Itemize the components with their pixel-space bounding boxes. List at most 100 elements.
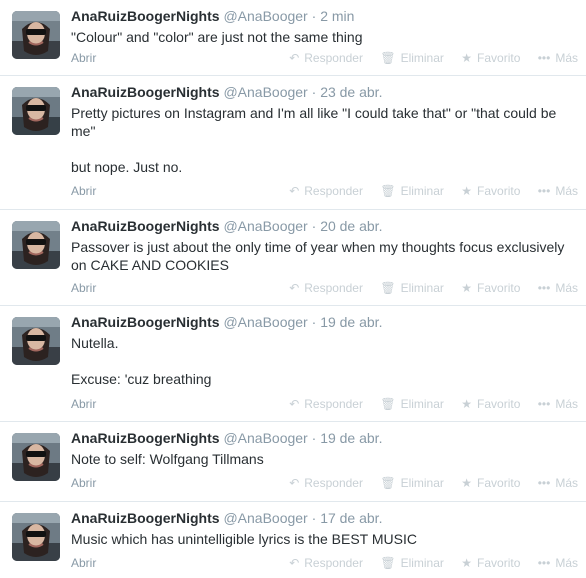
avatar[interactable] (12, 87, 60, 135)
delete-action[interactable]: 🗑 Eliminar (380, 395, 444, 413)
tweet-item[interactable]: AnaRuizBoogerNights @AnaBooger · 17 de a… (0, 502, 586, 578)
user-fullname[interactable]: AnaRuizBoogerNights (71, 218, 220, 234)
tweet-actions: Abrir ↶ Responder 🗑 Eliminar ★ Favorito •••… (71, 474, 578, 492)
delete-label: Eliminar (400, 51, 444, 65)
reply-label: Responder (304, 476, 363, 490)
tweet-item[interactable]: AnaRuizBoogerNights @AnaBooger · 19 de a… (0, 306, 586, 422)
tweet-timestamp[interactable]: 2 min (320, 8, 354, 24)
user-fullname[interactable]: AnaRuizBoogerNights (71, 84, 220, 100)
avatar[interactable] (12, 11, 60, 59)
tweet-line: Passover is just about the only time of … (71, 239, 565, 273)
user-handle[interactable]: @AnaBooger (223, 218, 307, 234)
favorite-label: Favorito (477, 281, 521, 295)
user-fullname[interactable]: AnaRuizBoogerNights (71, 8, 220, 24)
avatar-photo (12, 317, 60, 365)
more-label: Más (555, 556, 578, 570)
more-action[interactable]: ••• Más (538, 554, 578, 572)
avatar-photo (12, 87, 60, 135)
trash-icon: 🗑 (380, 397, 396, 411)
open-link[interactable]: Abrir (71, 395, 96, 413)
tweet-header: AnaRuizBoogerNights @AnaBooger · 20 de a… (71, 216, 578, 236)
avatar[interactable] (12, 433, 60, 481)
user-handle[interactable]: @AnaBooger (223, 8, 307, 24)
open-link[interactable]: Abrir (71, 279, 96, 297)
tweet-header: AnaRuizBoogerNights @AnaBooger · 23 de a… (71, 82, 578, 102)
favorite-action[interactable]: ★ Favorito (461, 554, 520, 572)
open-link[interactable]: Abrir (71, 49, 96, 67)
tweet-timestamp[interactable]: 20 de abr. (320, 218, 382, 234)
action-group: ↶ Responder 🗑 Eliminar ★ Favorito ••• Más (289, 474, 578, 492)
more-label: Más (555, 281, 578, 295)
favorite-action[interactable]: ★ Favorito (461, 49, 520, 67)
favorite-action[interactable]: ★ Favorito (461, 395, 520, 413)
trash-icon: 🗑 (380, 51, 396, 65)
delete-action[interactable]: 🗑 Eliminar (380, 554, 444, 572)
tweet-text: "Colour" and "color" are just not the sa… (71, 28, 578, 46)
tweet-timestamp[interactable]: 23 de abr. (320, 84, 382, 100)
open-link[interactable]: Abrir (71, 554, 96, 572)
reply-icon: ↶ (289, 556, 300, 570)
delete-label: Eliminar (400, 397, 444, 411)
user-handle[interactable]: @AnaBooger (223, 314, 307, 330)
favorite-action[interactable]: ★ Favorito (461, 279, 520, 297)
star-icon: ★ (461, 556, 473, 570)
tweet-actions: Abrir ↶ Responder 🗑 Eliminar ★ Favorito •••… (71, 279, 578, 297)
tweet-header: AnaRuizBoogerNights @AnaBooger · 17 de a… (71, 508, 578, 528)
tweet-actions: Abrir ↶ Responder 🗑 Eliminar ★ Favorito •••… (71, 395, 578, 413)
star-icon: ★ (461, 397, 473, 411)
delete-action[interactable]: 🗑 Eliminar (380, 182, 444, 200)
more-action[interactable]: ••• Más (538, 182, 578, 200)
action-group: ↶ Responder 🗑 Eliminar ★ Favorito ••• Más (289, 49, 578, 67)
avatar[interactable] (12, 317, 60, 365)
avatar-photo (12, 433, 60, 481)
delete-action[interactable]: 🗑 Eliminar (380, 474, 444, 492)
favorite-action[interactable]: ★ Favorito (461, 182, 520, 200)
user-fullname[interactable]: AnaRuizBoogerNights (71, 430, 220, 446)
tweet-item[interactable]: AnaRuizBoogerNights @AnaBooger · 19 de a… (0, 422, 586, 502)
reply-action[interactable]: ↶ Responder (289, 474, 363, 492)
reply-action[interactable]: ↶ Responder (289, 554, 363, 572)
avatar[interactable] (12, 221, 60, 269)
more-action[interactable]: ••• Más (538, 395, 578, 413)
reply-action[interactable]: ↶ Responder (289, 279, 363, 297)
more-label: Más (555, 184, 578, 198)
reply-icon: ↶ (289, 51, 300, 65)
star-icon: ★ (461, 476, 473, 490)
reply-action[interactable]: ↶ Responder (289, 395, 363, 413)
open-link[interactable]: Abrir (71, 474, 96, 492)
open-link[interactable]: Abrir (71, 182, 96, 200)
tweet-item[interactable]: AnaRuizBoogerNights @AnaBooger · 2 min "… (0, 0, 586, 76)
timestamp-separator: · (311, 218, 317, 234)
avatar[interactable] (12, 513, 60, 561)
more-label: Más (555, 51, 578, 65)
user-handle[interactable]: @AnaBooger (223, 510, 307, 526)
user-handle[interactable]: @AnaBooger (223, 430, 307, 446)
delete-action[interactable]: 🗑 Eliminar (380, 279, 444, 297)
tweet-item[interactable]: AnaRuizBoogerNights @AnaBooger · 20 de a… (0, 210, 586, 306)
user-fullname[interactable]: AnaRuizBoogerNights (71, 510, 220, 526)
favorite-action[interactable]: ★ Favorito (461, 474, 520, 492)
more-action[interactable]: ••• Más (538, 474, 578, 492)
tweet-item[interactable]: AnaRuizBoogerNights @AnaBooger · 23 de a… (0, 76, 586, 210)
ellipsis-icon: ••• (537, 281, 551, 295)
tweet-timestamp[interactable]: 17 de abr. (320, 510, 382, 526)
tweet-timestamp[interactable]: 19 de abr. (320, 430, 382, 446)
tweet-timestamp[interactable]: 19 de abr. (320, 314, 382, 330)
more-action[interactable]: ••• Más (538, 49, 578, 67)
action-group: ↶ Responder 🗑 Eliminar ★ Favorito ••• Más (289, 182, 578, 200)
tweet-timeline: AnaRuizBoogerNights @AnaBooger · 2 min "… (0, 0, 586, 578)
timestamp-separator: · (311, 314, 317, 330)
reply-action[interactable]: ↶ Responder (289, 49, 363, 67)
avatar-photo (12, 513, 60, 561)
timestamp-separator: · (311, 430, 317, 446)
user-handle[interactable]: @AnaBooger (223, 84, 307, 100)
star-icon: ★ (461, 281, 473, 295)
tweet-header: AnaRuizBoogerNights @AnaBooger · 19 de a… (71, 312, 578, 332)
delete-action[interactable]: 🗑 Eliminar (380, 49, 444, 67)
tweet-actions: Abrir ↶ Responder 🗑 Eliminar ★ Favorito •••… (71, 554, 578, 572)
tweet-header: AnaRuizBoogerNights @AnaBooger · 2 min (71, 6, 578, 26)
user-fullname[interactable]: AnaRuizBoogerNights (71, 314, 220, 330)
star-icon: ★ (461, 184, 473, 198)
reply-action[interactable]: ↶ Responder (289, 182, 363, 200)
more-action[interactable]: ••• Más (538, 279, 578, 297)
